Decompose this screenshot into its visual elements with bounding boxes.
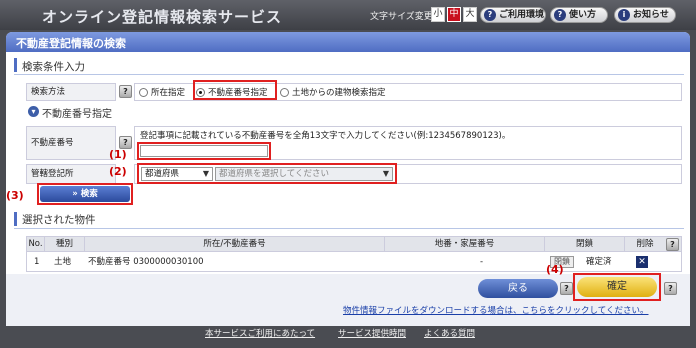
search-button[interactable]: » 検索 <box>40 186 130 202</box>
registry-office-select-value: 都道府県を選択してください <box>219 169 329 179</box>
prefecture-select-value: 都道府県 <box>145 169 180 179</box>
annotation-4: (4) <box>546 263 564 276</box>
col-delete: 削除 <box>625 237 665 251</box>
radio-button <box>139 88 148 97</box>
closed-status: 確定済 <box>586 257 612 267</box>
font-size-small-button[interactable]: 小 <box>431 7 445 22</box>
download-link[interactable]: 物件情報ファイルをダウンロードする場合は、こちらをクリックしてください。 <box>343 304 649 316</box>
section-divider <box>14 228 684 229</box>
main-panel: 不動産登記情報の検索 検索条件入力 検索方法 ? 所在指定 不動産番号指定 土地… <box>6 32 690 326</box>
method-radio-number[interactable]: 不動産番号指定 <box>196 86 276 98</box>
radio-button <box>280 88 289 97</box>
section-marker <box>14 58 17 72</box>
registry-office-select[interactable]: 都道府県を選択してください ▼ <box>215 167 393 181</box>
col-lot: 地番・家屋番号 <box>385 237 545 251</box>
number-label: 不動産番号 <box>26 126 116 160</box>
confirm-help-icon[interactable]: ? <box>664 282 677 295</box>
app-title: オンライン登記情報検索サービス <box>42 8 283 26</box>
row-location: 不動産番号 0300000030100 <box>88 257 204 267</box>
col-closed: 閉鎖 <box>545 237 625 251</box>
selected-heading: 選択された物件 <box>22 214 96 226</box>
method-label: 検索方法 <box>26 83 116 101</box>
section-divider <box>14 74 684 75</box>
section-marker <box>14 212 17 226</box>
number-spec-heading: 不動産番号指定 <box>42 109 112 120</box>
footer-link-faq[interactable]: よくある質問 <box>424 327 475 339</box>
method-radio-building-from-land[interactable]: 土地からの建物検索指定 <box>280 86 400 98</box>
footer-link-service-hours[interactable]: サービス提供時間 <box>338 327 406 339</box>
back-button[interactable]: 戻る <box>478 279 558 298</box>
chevron-down-icon: ▾ <box>28 106 39 117</box>
row-no: 1 <box>34 257 40 267</box>
prefecture-select[interactable]: 都道府県 ▼ <box>141 167 213 181</box>
font-size-label: 文字サイズ変更 <box>370 12 433 22</box>
annotation-1: (1) <box>109 148 127 161</box>
real-estate-number-input[interactable] <box>140 145 268 157</box>
news-button-label: お知らせ <box>633 10 669 20</box>
chevron-down-icon: ▼ <box>202 169 209 178</box>
radio-button-selected <box>196 88 205 97</box>
radio-label: 所在指定 <box>151 88 186 98</box>
env-button[interactable]: ? ご利用環境 <box>480 7 546 23</box>
howto-button-label: 使い方 <box>569 10 597 20</box>
annotation-2: (2) <box>109 165 127 178</box>
annotation-3: (3) <box>6 189 24 202</box>
chevron-down-icon: ▼ <box>382 169 389 178</box>
jurisdiction-label: 管轄登記所 <box>26 164 116 184</box>
question-icon: ? <box>554 9 566 21</box>
method-help-icon[interactable]: ? <box>119 85 132 98</box>
col-no: No. <box>27 237 45 251</box>
news-button[interactable]: i お知らせ <box>614 7 676 23</box>
font-size-large-button[interactable]: 大 <box>463 7 477 22</box>
howto-button[interactable]: ? 使い方 <box>550 7 608 23</box>
footer-link-terms[interactable]: 本サービスご利用にあたって <box>205 327 315 339</box>
row-type: 土地 <box>54 257 72 267</box>
col-type: 種別 <box>45 237 85 251</box>
question-icon: ? <box>484 9 496 21</box>
page-title: 不動産登記情報の検索 <box>6 32 690 52</box>
search-conditions-heading: 検索条件入力 <box>22 61 85 73</box>
back-help-icon[interactable]: ? <box>560 282 573 295</box>
col-location: 所在/不動産番号 <box>85 237 385 251</box>
row-lot: - <box>480 257 484 267</box>
radio-label: 不動産番号指定 <box>208 88 268 98</box>
method-radio-location[interactable]: 所在指定 <box>139 86 199 98</box>
env-button-label: ご利用環境 <box>499 10 545 20</box>
number-hint: 登記事項に記載されている不動産番号を全角13文字で入力してください(例:1234… <box>140 131 511 141</box>
confirm-button[interactable]: 確定 <box>577 277 657 297</box>
radio-label: 土地からの建物検索指定 <box>292 88 386 98</box>
delete-help-icon[interactable]: ? <box>666 238 679 251</box>
info-icon: i <box>618 9 630 21</box>
font-size-medium-button[interactable]: 中 <box>447 7 461 22</box>
delete-checkbox[interactable]: ✕ <box>636 256 648 268</box>
